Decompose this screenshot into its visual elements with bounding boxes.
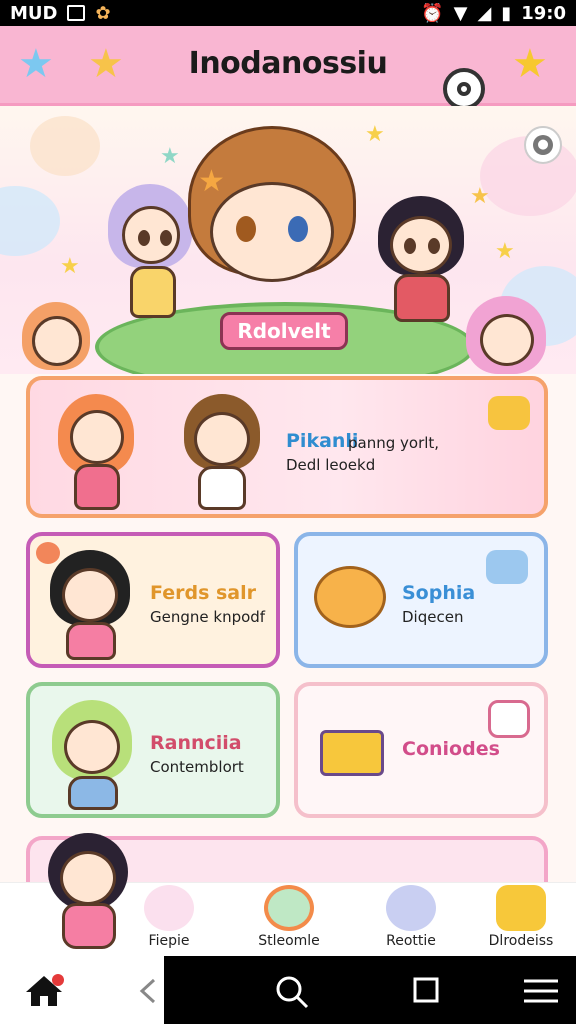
app-header: ★ ★ Inodanossiu ★ xyxy=(0,26,576,110)
clock: 19:0 xyxy=(521,2,566,24)
sophia-title: Sophia xyxy=(402,582,476,604)
menu-star-icon[interactable]: ★ xyxy=(18,40,54,88)
character-left xyxy=(108,184,198,324)
feature-character-2 xyxy=(180,394,266,514)
flower-icon: ✿ xyxy=(95,2,111,24)
feature-subtitle-1: panng yorlt, xyxy=(348,434,440,452)
carrier-label: MUD xyxy=(10,2,58,24)
flower-hairclip-icon: ★ xyxy=(198,164,225,199)
rainbow-icon xyxy=(264,885,314,931)
app-title: Inodanossiu xyxy=(188,46,388,81)
tab-dlrodeiss[interactable]: Dlrodeiss xyxy=(466,883,576,957)
heart-balloon-icon xyxy=(496,885,546,931)
heart-balloon-icon xyxy=(36,542,60,564)
home-area xyxy=(0,956,164,1024)
back-icon[interactable] xyxy=(138,978,158,1004)
events-subtitle: Gengne knpodf xyxy=(150,608,266,626)
tab-fiepie[interactable]: Fiepie xyxy=(114,883,224,957)
events-title: Ferds salr xyxy=(150,582,257,604)
codes-card[interactable]: Coniodes xyxy=(294,682,548,818)
menu-icon[interactable] xyxy=(522,978,560,1004)
bottom-tab-bar: Fiepie Stleomle Reottie Dlrodeiss xyxy=(0,833,576,957)
alarm-icon: ⏰ xyxy=(421,2,444,24)
camera-button[interactable] xyxy=(443,68,485,110)
rank-subtitle: Contemblort xyxy=(150,758,244,776)
tab-label: Reottie xyxy=(386,933,436,949)
rank-character xyxy=(52,700,136,810)
cat-face-icon xyxy=(386,885,436,931)
character-far-left xyxy=(22,302,92,374)
calendar-grid-icon xyxy=(488,700,530,738)
rank-title: Rannciia xyxy=(150,732,242,754)
star-decoration-icon: ★ xyxy=(60,254,80,279)
gallery-icon xyxy=(67,5,86,21)
star-decoration-icon: ★ xyxy=(160,144,180,169)
status-bar: MUD ✿ ⏰ ▼ ◢ ▮ 19:0 xyxy=(0,0,576,26)
tab-label: Stleomle xyxy=(258,933,320,949)
tab-label: Fiepie xyxy=(148,933,190,949)
user-icon: ● xyxy=(533,135,553,155)
cloud-decoration xyxy=(30,116,100,176)
feature-subtitle-2: Dedl leoekd xyxy=(286,456,376,474)
sophia-card[interactable]: Sophia Diqecen xyxy=(294,532,548,668)
star-decoration-icon: ★ xyxy=(470,184,490,209)
signal-icon: ◢ xyxy=(477,2,492,24)
tab-stleomle[interactable]: Stleomle xyxy=(234,883,344,957)
tab-reottie[interactable]: Reottie xyxy=(356,883,466,957)
favorites-star-icon[interactable]: ★ xyxy=(88,40,124,88)
cloud-decoration xyxy=(0,186,60,256)
system-navigation-bar xyxy=(0,956,576,1024)
rewards-star-icon[interactable]: ★ xyxy=(512,40,548,88)
profile-button[interactable]: ● xyxy=(524,126,562,164)
character-far-right xyxy=(466,296,550,374)
hero-sign: Rdolvelt xyxy=(220,312,348,350)
tab-label: Dlrodeiss xyxy=(488,933,554,949)
sophia-subtitle: Diqecen xyxy=(402,608,464,626)
recents-icon[interactable] xyxy=(412,976,440,1004)
music-note-icon xyxy=(486,550,528,584)
feature-character-1 xyxy=(58,390,138,510)
character-right xyxy=(372,196,472,326)
cat-icon xyxy=(144,885,194,931)
events-character xyxy=(50,550,134,660)
chat-bubble-icon xyxy=(488,396,530,430)
character-main: ★ xyxy=(188,126,358,326)
rankings-card[interactable]: Rannciia Contemblort xyxy=(26,682,280,818)
battery-icon: ▮ xyxy=(501,2,512,24)
wifi-icon: ▼ xyxy=(453,2,468,24)
search-icon[interactable] xyxy=(274,974,310,1010)
cat-mascot xyxy=(314,566,390,636)
hero-banner: ★ ★ ★ ★ ★ ● ★ Rdolvelt xyxy=(0,106,576,374)
puzzle-blocks-icon xyxy=(320,730,384,776)
star-decoration-icon: ★ xyxy=(365,122,385,147)
camera-icon xyxy=(457,82,471,96)
feature-card[interactable]: Pikanli panng yorlt, Dedl leoekd xyxy=(26,376,548,518)
star-decoration-icon: ★ xyxy=(495,239,515,264)
codes-title: Coniodes xyxy=(402,738,500,760)
home-icon[interactable] xyxy=(24,974,64,1008)
events-card[interactable]: Ferds salr Gengne knpodf xyxy=(26,532,280,668)
